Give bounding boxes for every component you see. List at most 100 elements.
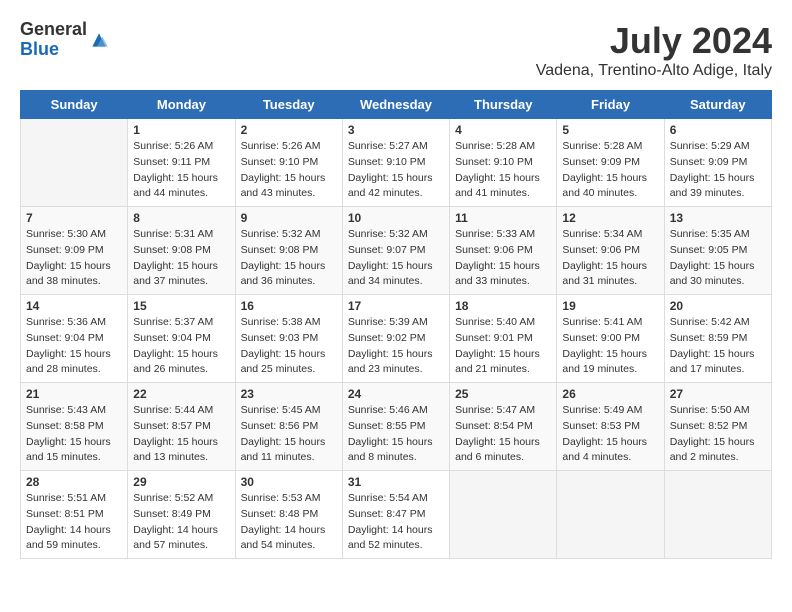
- day-number: 20: [670, 299, 766, 313]
- calendar-week-row: 21 Sunrise: 5:43 AMSunset: 8:58 PMDayligh…: [21, 383, 772, 471]
- day-info: Sunrise: 5:49 AMSunset: 8:53 PMDaylight:…: [562, 403, 658, 466]
- calendar-cell: 12 Sunrise: 5:34 AMSunset: 9:06 PMDayligh…: [557, 207, 664, 295]
- calendar-cell: 9 Sunrise: 5:32 AMSunset: 9:08 PMDaylight…: [235, 207, 342, 295]
- calendar-cell: 29Sunrise: 5:52 AMSunset: 8:49 PMDayligh…: [128, 471, 235, 559]
- calendar-cell: 24 Sunrise: 5:46 AMSunset: 8:55 PMDayligh…: [342, 383, 449, 471]
- calendar-cell: 3 Sunrise: 5:27 AMSunset: 9:10 PMDaylight…: [342, 119, 449, 207]
- calendar-cell: 4Sunrise: 5:28 AMSunset: 9:10 PMDaylight…: [450, 119, 557, 207]
- weekday-header: Friday: [557, 91, 664, 119]
- day-number: 16: [241, 299, 337, 313]
- day-number: 9: [241, 211, 337, 225]
- calendar-cell: 13Sunrise: 5:35 AMSunset: 9:05 PMDayligh…: [664, 207, 771, 295]
- calendar-cell: 20 Sunrise: 5:42 AMSunset: 8:59 PMDayligh…: [664, 295, 771, 383]
- calendar-cell: 11Sunrise: 5:33 AMSunset: 9:06 PMDayligh…: [450, 207, 557, 295]
- calendar-cell: 18Sunrise: 5:40 AMSunset: 9:01 PMDayligh…: [450, 295, 557, 383]
- day-number: 22: [133, 387, 229, 401]
- day-info: Sunrise: 5:28 AMSunset: 9:10 PMDaylight:…: [455, 139, 551, 202]
- calendar-cell: 19 Sunrise: 5:41 AMSunset: 9:00 PMDayligh…: [557, 295, 664, 383]
- day-info: Sunrise: 5:32 AMSunset: 9:07 PMDaylight:…: [348, 227, 444, 290]
- calendar-cell: 26 Sunrise: 5:49 AMSunset: 8:53 PMDayligh…: [557, 383, 664, 471]
- day-info: Sunrise: 5:28 AMSunset: 9:09 PMDaylight:…: [562, 139, 658, 202]
- calendar-week-row: 14Sunrise: 5:36 AMSunset: 9:04 PMDayligh…: [21, 295, 772, 383]
- calendar-week-row: 7 Sunrise: 5:30 AMSunset: 9:09 PMDaylight…: [21, 207, 772, 295]
- calendar-cell: 27Sunrise: 5:50 AMSunset: 8:52 PMDayligh…: [664, 383, 771, 471]
- day-number: 24: [348, 387, 444, 401]
- calendar-cell: 22Sunrise: 5:44 AMSunset: 8:57 PMDayligh…: [128, 383, 235, 471]
- day-number: 2: [241, 123, 337, 137]
- day-info: Sunrise: 5:53 AMSunset: 8:48 PMDaylight:…: [241, 491, 337, 554]
- day-number: 3: [348, 123, 444, 137]
- calendar-cell: 17 Sunrise: 5:39 AMSunset: 9:02 PMDayligh…: [342, 295, 449, 383]
- day-number: 21: [26, 387, 122, 401]
- logo-blue: Blue: [20, 40, 87, 60]
- page-header: General Blue July 2024 Vadena, Trentino-…: [20, 20, 772, 80]
- day-info: Sunrise: 5:30 AMSunset: 9:09 PMDaylight:…: [26, 227, 122, 290]
- calendar-cell: 6Sunrise: 5:29 AMSunset: 9:09 PMDaylight…: [664, 119, 771, 207]
- calendar-header-row: SundayMondayTuesdayWednesdayThursdayFrid…: [21, 91, 772, 119]
- calendar-cell: 7 Sunrise: 5:30 AMSunset: 9:09 PMDaylight…: [21, 207, 128, 295]
- weekday-header: Wednesday: [342, 91, 449, 119]
- calendar-cell: [450, 471, 557, 559]
- calendar-week-row: 28 Sunrise: 5:51 AMSunset: 8:51 PMDayligh…: [21, 471, 772, 559]
- day-info: Sunrise: 5:32 AMSunset: 9:08 PMDaylight:…: [241, 227, 337, 290]
- day-number: 14: [26, 299, 122, 313]
- calendar-week-row: 1 Sunrise: 5:26 AMSunset: 9:11 PMDaylight…: [21, 119, 772, 207]
- day-info: Sunrise: 5:43 AMSunset: 8:58 PMDaylight:…: [26, 403, 122, 466]
- weekday-header: Tuesday: [235, 91, 342, 119]
- calendar-cell: 14Sunrise: 5:36 AMSunset: 9:04 PMDayligh…: [21, 295, 128, 383]
- day-number: 1: [133, 123, 229, 137]
- calendar-cell: 21 Sunrise: 5:43 AMSunset: 8:58 PMDayligh…: [21, 383, 128, 471]
- day-info: Sunrise: 5:46 AMSunset: 8:55 PMDaylight:…: [348, 403, 444, 466]
- calendar-cell: [664, 471, 771, 559]
- day-number: 23: [241, 387, 337, 401]
- day-info: Sunrise: 5:42 AMSunset: 8:59 PMDaylight:…: [670, 315, 766, 378]
- day-number: 31: [348, 475, 444, 489]
- calendar-cell: [21, 119, 128, 207]
- calendar-cell: 30 Sunrise: 5:53 AMSunset: 8:48 PMDayligh…: [235, 471, 342, 559]
- calendar-cell: 16 Sunrise: 5:38 AMSunset: 9:03 PMDayligh…: [235, 295, 342, 383]
- day-info: Sunrise: 5:52 AMSunset: 8:49 PMDaylight:…: [133, 491, 229, 554]
- calendar-cell: 28 Sunrise: 5:51 AMSunset: 8:51 PMDayligh…: [21, 471, 128, 559]
- calendar-cell: 31 Sunrise: 5:54 AMSunset: 8:47 PMDayligh…: [342, 471, 449, 559]
- day-info: Sunrise: 5:27 AMSunset: 9:10 PMDaylight:…: [348, 139, 444, 202]
- logo: General Blue: [20, 20, 109, 60]
- calendar-cell: 8Sunrise: 5:31 AMSunset: 9:08 PMDaylight…: [128, 207, 235, 295]
- day-info: Sunrise: 5:26 AMSunset: 9:11 PMDaylight:…: [133, 139, 229, 202]
- day-info: Sunrise: 5:34 AMSunset: 9:06 PMDaylight:…: [562, 227, 658, 290]
- day-number: 26: [562, 387, 658, 401]
- calendar-cell: 23 Sunrise: 5:45 AMSunset: 8:56 PMDayligh…: [235, 383, 342, 471]
- day-info: Sunrise: 5:35 AMSunset: 9:05 PMDaylight:…: [670, 227, 766, 290]
- location-title: Vadena, Trentino-Alto Adige, Italy: [536, 62, 772, 80]
- day-number: 8: [133, 211, 229, 225]
- day-number: 7: [26, 211, 122, 225]
- day-info: Sunrise: 5:45 AMSunset: 8:56 PMDaylight:…: [241, 403, 337, 466]
- day-info: Sunrise: 5:54 AMSunset: 8:47 PMDaylight:…: [348, 491, 444, 554]
- logo-icon: [89, 30, 109, 50]
- day-number: 28: [26, 475, 122, 489]
- day-number: 12: [562, 211, 658, 225]
- day-info: Sunrise: 5:40 AMSunset: 9:01 PMDaylight:…: [455, 315, 551, 378]
- day-number: 5: [562, 123, 658, 137]
- calendar-cell: 25Sunrise: 5:47 AMSunset: 8:54 PMDayligh…: [450, 383, 557, 471]
- calendar-cell: [557, 471, 664, 559]
- day-info: Sunrise: 5:51 AMSunset: 8:51 PMDaylight:…: [26, 491, 122, 554]
- day-number: 15: [133, 299, 229, 313]
- weekday-header: Sunday: [21, 91, 128, 119]
- title-block: July 2024 Vadena, Trentino-Alto Adige, I…: [536, 20, 772, 80]
- weekday-header: Monday: [128, 91, 235, 119]
- day-number: 30: [241, 475, 337, 489]
- day-number: 11: [455, 211, 551, 225]
- day-number: 10: [348, 211, 444, 225]
- calendar-cell: 1 Sunrise: 5:26 AMSunset: 9:11 PMDaylight…: [128, 119, 235, 207]
- weekday-header: Thursday: [450, 91, 557, 119]
- day-number: 27: [670, 387, 766, 401]
- weekday-header: Saturday: [664, 91, 771, 119]
- day-number: 25: [455, 387, 551, 401]
- day-info: Sunrise: 5:38 AMSunset: 9:03 PMDaylight:…: [241, 315, 337, 378]
- day-number: 17: [348, 299, 444, 313]
- day-info: Sunrise: 5:41 AMSunset: 9:00 PMDaylight:…: [562, 315, 658, 378]
- day-info: Sunrise: 5:39 AMSunset: 9:02 PMDaylight:…: [348, 315, 444, 378]
- day-info: Sunrise: 5:37 AMSunset: 9:04 PMDaylight:…: [133, 315, 229, 378]
- calendar-table: SundayMondayTuesdayWednesdayThursdayFrid…: [20, 90, 772, 559]
- day-number: 19: [562, 299, 658, 313]
